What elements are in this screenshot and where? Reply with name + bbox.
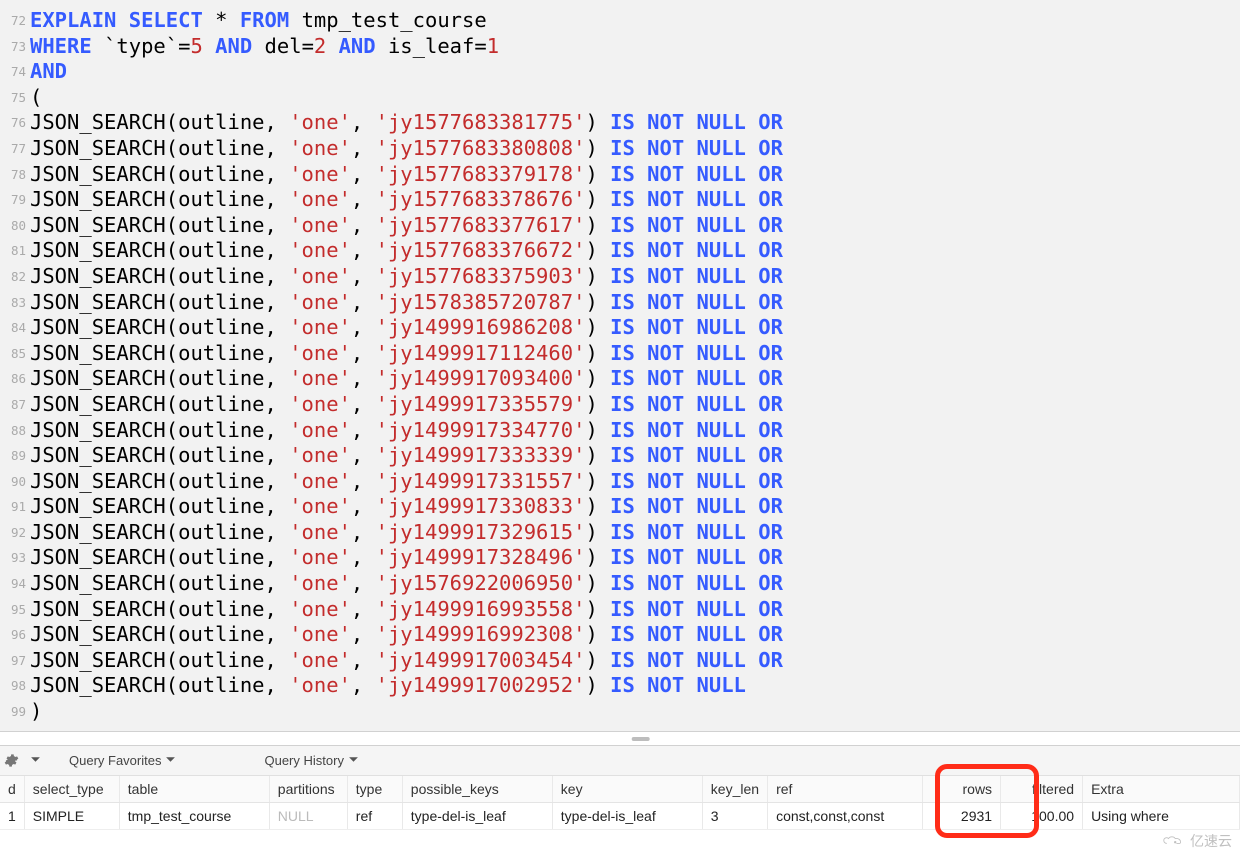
col-key_len[interactable]: key_len <box>702 776 767 803</box>
drag-handle-icon[interactable] <box>632 737 650 741</box>
query-history-button[interactable]: Query History <box>264 753 358 768</box>
query-history-label: Query History <box>264 753 343 768</box>
explain-results-table[interactable]: d select_type table partitions type poss… <box>0 776 1240 830</box>
gear-icon[interactable] <box>2 752 20 770</box>
cell-rows: 2931 <box>923 803 1001 830</box>
cell-ref: const,const,const <box>768 803 923 830</box>
line-gutter: 7273747576777879808182838485868788899091… <box>0 0 30 731</box>
cell-possible_keys: type-del-is_leaf <box>402 803 552 830</box>
col-select_type[interactable]: select_type <box>24 776 119 803</box>
table-header-row: d select_type table partitions type poss… <box>0 776 1240 803</box>
table-row[interactable]: 1 SIMPLE tmp_test_course NULL ref type-d… <box>0 803 1240 830</box>
chevron-down-icon[interactable] <box>30 753 41 768</box>
chevron-down-icon <box>348 753 359 768</box>
col-partitions[interactable]: partitions <box>269 776 347 803</box>
pane-divider[interactable] <box>0 731 1240 746</box>
cell-table: tmp_test_course <box>119 803 269 830</box>
cell-select_type: SIMPLE <box>24 803 119 830</box>
col-key[interactable]: key <box>552 776 702 803</box>
query-favorites-label: Query Favorites <box>69 753 161 768</box>
cell-id: 1 <box>0 803 24 830</box>
query-favorites-button[interactable]: Query Favorites <box>69 753 176 768</box>
cell-extra: Using where <box>1083 803 1240 830</box>
sql-code[interactable]: EXPLAIN SELECT * FROM tmp_test_courseWHE… <box>30 0 1240 731</box>
col-rows[interactable]: rows <box>923 776 1001 803</box>
cell-key_len: 3 <box>702 803 767 830</box>
watermark-text: 亿速云 <box>1190 831 1232 851</box>
cell-key: type-del-is_leaf <box>552 803 702 830</box>
col-type[interactable]: type <box>347 776 402 803</box>
cell-type: ref <box>347 803 402 830</box>
col-table[interactable]: table <box>119 776 269 803</box>
col-filtered[interactable]: filtered <box>1001 776 1083 803</box>
col-extra[interactable]: Extra <box>1083 776 1240 803</box>
cell-partitions: NULL <box>269 803 347 830</box>
watermark: 亿速云 <box>1162 831 1232 851</box>
results-toolbar: Query Favorites Query History <box>0 746 1240 776</box>
sql-editor[interactable]: 7273747576777879808182838485868788899091… <box>0 0 1240 731</box>
col-possible_keys[interactable]: possible_keys <box>402 776 552 803</box>
col-id[interactable]: d <box>0 776 24 803</box>
cell-filtered: 100.00 <box>1001 803 1083 830</box>
chevron-down-icon <box>165 753 176 768</box>
col-ref[interactable]: ref <box>768 776 923 803</box>
